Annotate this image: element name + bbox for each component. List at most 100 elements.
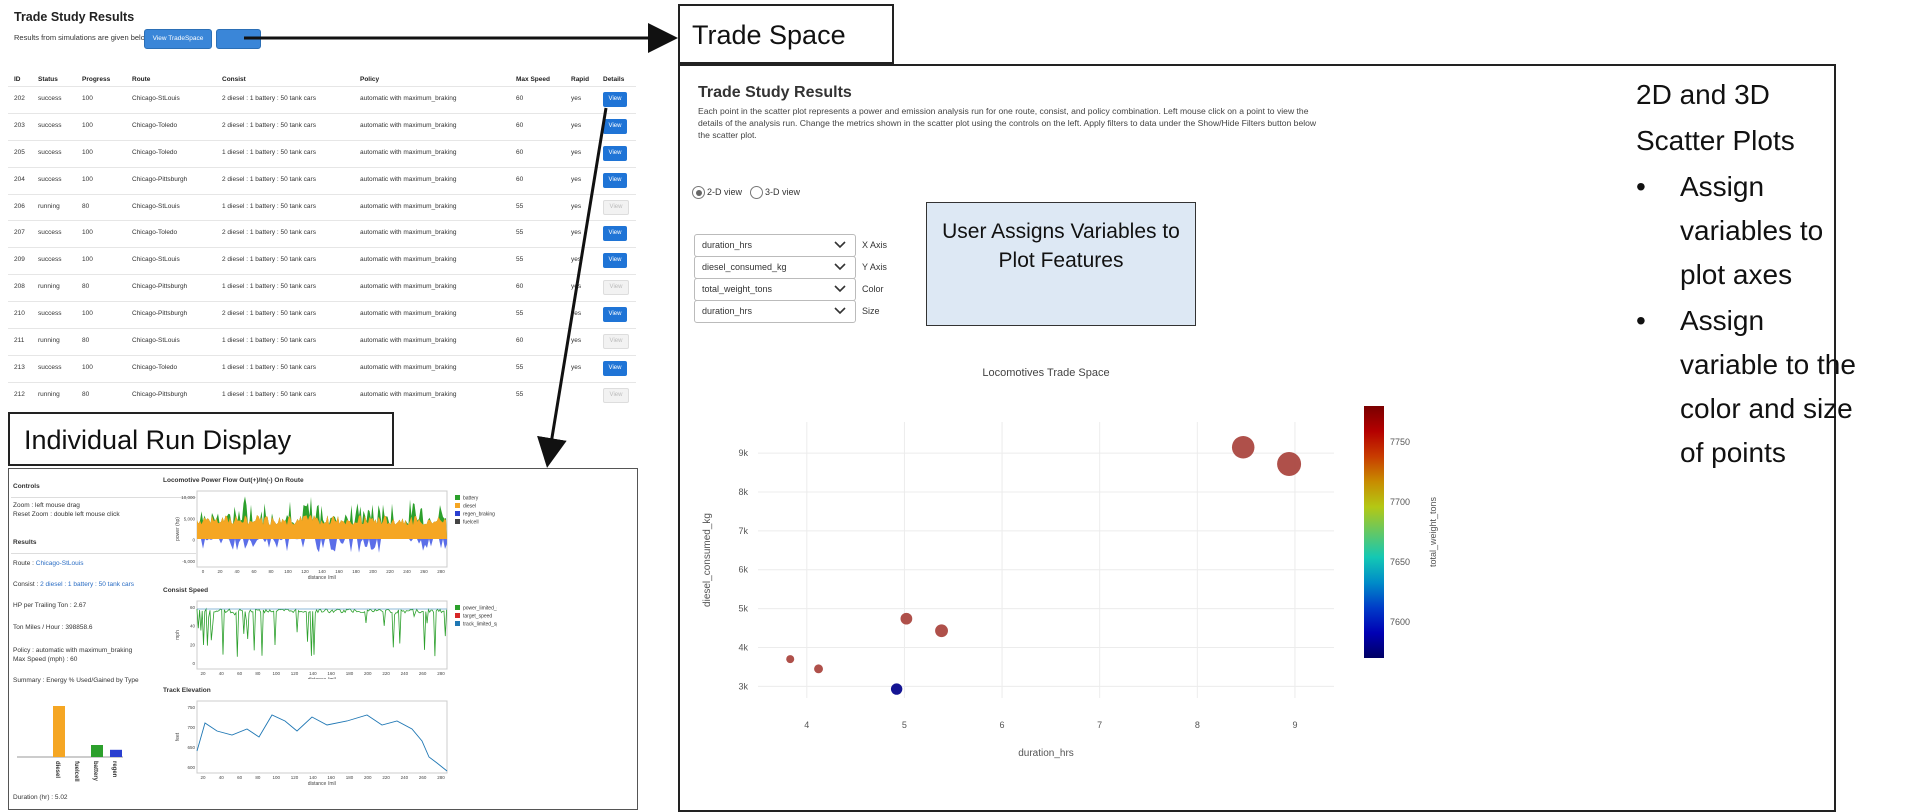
bullet-1-line-2: variables to bbox=[1680, 215, 1824, 246]
summary-line: Summary : Energy % Used/Gained by Type bbox=[13, 677, 139, 684]
trade-space-title: Trade Study Results bbox=[698, 84, 852, 101]
y-tick-label: 7k bbox=[738, 526, 748, 536]
x-tick-label: 160 bbox=[327, 775, 335, 780]
y-tick-label: 40 bbox=[190, 624, 196, 629]
scatter-point[interactable] bbox=[900, 612, 913, 625]
x-tick-label: 120 bbox=[301, 569, 309, 574]
x-tick-label: 180 bbox=[346, 671, 354, 676]
select-x-axis[interactable]: duration_hrs bbox=[694, 234, 856, 257]
x-tick-label: 40 bbox=[234, 569, 240, 574]
select-label: Size bbox=[862, 306, 880, 316]
y-tick-label: 6k bbox=[738, 565, 748, 575]
bullet-2-line-1: Assign bbox=[1680, 305, 1765, 336]
select-value: diesel_consumed_kg bbox=[702, 262, 787, 272]
bullet-1-line-1: Assign bbox=[1680, 171, 1765, 202]
y-axis-label: diesel_consumed_kg bbox=[702, 513, 713, 607]
x-tick-label: 4 bbox=[804, 720, 809, 730]
power-flow-chart[interactable]: 10,000 5,000 0 -5,000 0 20 40 60 80 100 120 140 160 1… bbox=[157, 487, 497, 579]
x-tick-label: 220 bbox=[382, 775, 390, 780]
bullet-2-line-3: color and size bbox=[1680, 393, 1853, 424]
x-tick-label: 20 bbox=[217, 569, 223, 574]
scatter-point[interactable] bbox=[786, 655, 795, 664]
select-label: Y Axis bbox=[862, 262, 887, 272]
reset-zoom-help: Reset Zoom : double left mouse click bbox=[13, 511, 120, 518]
legend-swatch bbox=[455, 503, 460, 508]
individual-run-panel: Controls Zoom : left mouse drag Reset Zo… bbox=[8, 468, 638, 810]
legend-label: target_speed bbox=[463, 614, 492, 620]
x-tick-label: 9 bbox=[1292, 720, 1297, 730]
x-tick-label: 100 bbox=[272, 671, 280, 676]
energy-bar-label: regen bbox=[111, 761, 117, 778]
x-tick-label: 40 bbox=[219, 671, 225, 676]
x-tick-label: 180 bbox=[346, 775, 354, 780]
power-limited-speed-series bbox=[196, 607, 447, 657]
x-axis-label: duration_hrs bbox=[1018, 748, 1074, 759]
x-tick-label: 100 bbox=[272, 775, 280, 780]
consist-speed-chart[interactable]: 604020020 40 60 80 100 120 140 160 180 200 220 240 2… bbox=[157, 597, 497, 679]
callout-user-assigns-text: User Assigns Variables to Plot Features bbox=[942, 220, 1180, 272]
x-tick-label: 280 bbox=[437, 671, 445, 676]
bullet-dot-2: • bbox=[1636, 305, 1646, 336]
x-tick-label: 6 bbox=[1000, 720, 1005, 730]
track-elevation-chart[interactable]: 750 700 650 600 20 40 60 80 100 120 140 160 180 200 22… bbox=[157, 697, 497, 785]
x-tick-label: 220 bbox=[382, 671, 390, 676]
x-tick-label: 40 bbox=[219, 775, 225, 780]
scatter-point[interactable] bbox=[890, 683, 903, 695]
select-value: duration_hrs bbox=[702, 240, 753, 250]
select-size[interactable]: duration_hrs bbox=[694, 300, 856, 323]
x-tick-label: 240 bbox=[403, 569, 411, 574]
route-link[interactable]: Chicago-StLouis bbox=[36, 560, 84, 567]
y-tick-label: 0 bbox=[192, 661, 195, 666]
controls-heading: Controls bbox=[13, 483, 40, 490]
x-tick-label: 80 bbox=[268, 569, 274, 574]
x-tick-label: 5 bbox=[902, 720, 907, 730]
callout-trade-space: Trade Space bbox=[678, 4, 894, 64]
label-2d-view: 2-D view bbox=[707, 187, 743, 197]
radio-2d-view[interactable] bbox=[692, 186, 705, 199]
x-tick-label: 100 bbox=[284, 569, 292, 574]
energy-bar-label: fuelcell bbox=[73, 761, 79, 782]
elevation-chart-title: Track Elevation bbox=[163, 687, 211, 694]
chevron-down-icon bbox=[834, 241, 846, 249]
label-3d-view: 3-D view bbox=[765, 187, 801, 197]
trade-space-scatter[interactable]: Locomotives Trade Space 4 5 6 7 8 9 3k 4k 5k 6k 7k 8… bbox=[692, 358, 1772, 798]
x-tick-label: 180 bbox=[352, 569, 360, 574]
x-tick-label: 0 bbox=[202, 569, 205, 574]
colorbar bbox=[1364, 406, 1384, 658]
consist-link[interactable]: 2 diesel : 1 battery : 50 tank cars bbox=[40, 581, 134, 588]
callout-individual-run: Individual Run Display bbox=[8, 412, 394, 466]
trade-space-desc-3: the scatter plot. bbox=[698, 130, 757, 140]
x-tick-label: 260 bbox=[420, 569, 428, 574]
y-tick-label: 5,000 bbox=[184, 516, 196, 521]
x-tick-label: 240 bbox=[401, 775, 409, 780]
legend-label: track_limited_speed bbox=[463, 622, 497, 628]
plot-frame bbox=[196, 700, 448, 774]
select-color[interactable]: total_weight_tons bbox=[694, 278, 856, 301]
bullet-1-line-3: plot axes bbox=[1680, 259, 1793, 290]
select-y-axis[interactable]: diesel_consumed_kg bbox=[694, 256, 856, 279]
x-axis-label: distance (mi) bbox=[308, 575, 337, 579]
scatter-point[interactable] bbox=[1231, 436, 1255, 459]
y-tick-label: 600 bbox=[187, 765, 195, 770]
x-tick-label: 160 bbox=[335, 569, 343, 574]
x-tick-label: 60 bbox=[237, 671, 243, 676]
bullet-2-line-4: of points bbox=[1680, 437, 1786, 468]
y-tick-label: 3k bbox=[738, 681, 748, 691]
radio-3d-view[interactable] bbox=[750, 186, 763, 199]
hp-line: HP per Trailing Ton : 2.67 bbox=[13, 602, 87, 609]
x-tick-label: 200 bbox=[364, 775, 372, 780]
scatter-point[interactable] bbox=[814, 664, 823, 674]
x-tick-label: 140 bbox=[309, 671, 317, 676]
scatter-point[interactable] bbox=[935, 624, 948, 638]
y-tick-label: 650 bbox=[187, 745, 195, 750]
callout-trade-space-text: Trade Space bbox=[692, 20, 846, 50]
x-tick-label: 160 bbox=[327, 671, 335, 676]
bullet-heading-2: Scatter Plots bbox=[1636, 125, 1795, 156]
y-tick-label: 20 bbox=[190, 642, 196, 647]
scatter-point[interactable] bbox=[1277, 451, 1302, 476]
x-tick-label: 7 bbox=[1097, 720, 1102, 730]
trade-space-desc-1: Each point in the scatter plot represent… bbox=[698, 106, 1309, 116]
legend-label: regen_braking bbox=[463, 512, 495, 518]
power-chart-title: Locomotive Power Flow Out(+)/In(-) On Ro… bbox=[163, 477, 304, 484]
legend-swatch bbox=[455, 605, 460, 610]
